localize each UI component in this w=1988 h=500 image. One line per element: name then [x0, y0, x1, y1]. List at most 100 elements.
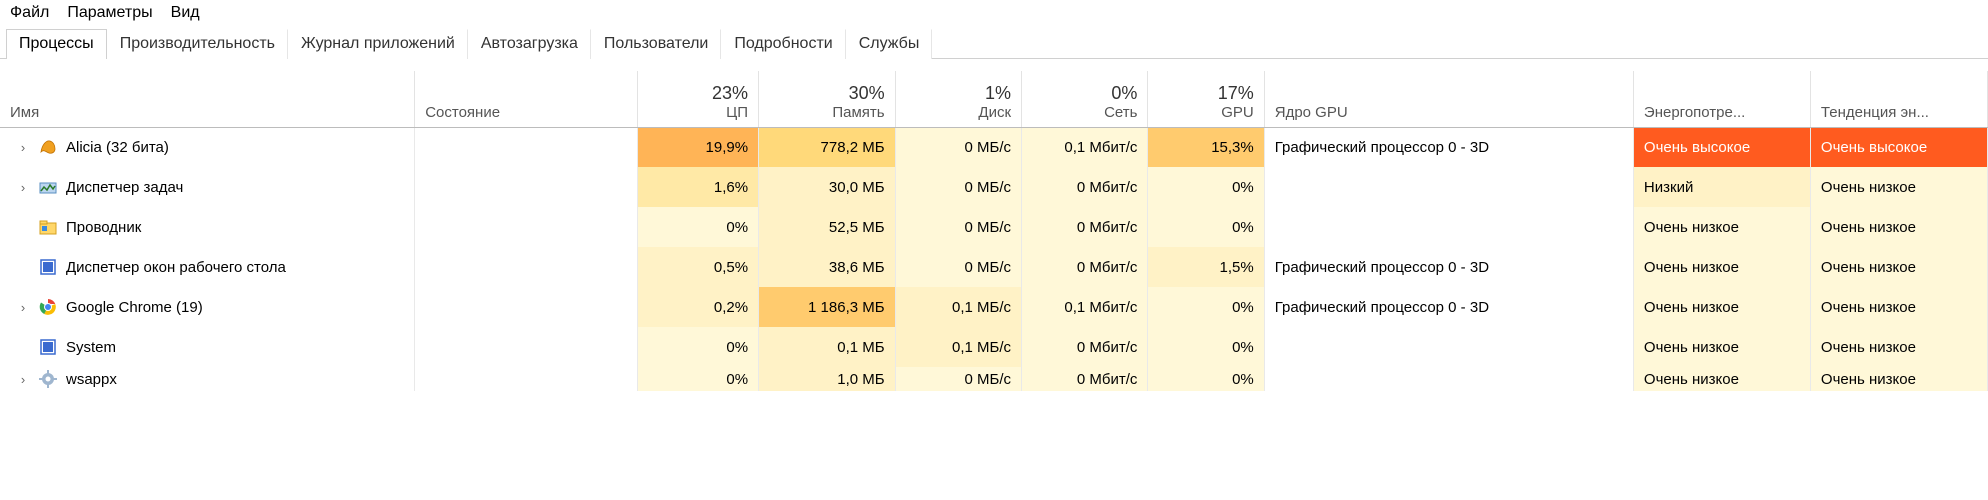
tab-services[interactable]: Службы — [846, 29, 933, 59]
trend-cell: Очень низкое — [1810, 207, 1987, 247]
expand-icon[interactable]: › — [16, 140, 30, 155]
col-trend[interactable]: Тенденция эн... — [1810, 71, 1987, 127]
energy-cell: Низкий — [1633, 167, 1810, 207]
energy-cell: Очень высокое — [1633, 127, 1810, 167]
cpu-cell: 0% — [637, 207, 758, 247]
net-cell: 0 Мбит/с — [1022, 327, 1148, 367]
col-gpucore[interactable]: Ядро GPU — [1264, 71, 1633, 127]
tab-users[interactable]: Пользователи — [591, 29, 721, 59]
net-cell: 0,1 Мбит/с — [1022, 127, 1148, 167]
table-row[interactable]: › wsappx0%1,0 МБ0 МБ/с0 Мбит/с0%Очень ни… — [0, 367, 1988, 391]
tab-app-history[interactable]: Журнал приложений — [288, 29, 468, 59]
process-name: System — [66, 339, 116, 356]
energy-cell: Очень низкое — [1633, 207, 1810, 247]
explorer-icon — [38, 217, 58, 237]
col-energy[interactable]: Энергопотре... — [1633, 71, 1810, 127]
expand-icon[interactable]: › — [16, 300, 30, 315]
col-net[interactable]: 0% Сеть — [1022, 71, 1148, 127]
mem-cell: 1 186,3 МБ — [759, 287, 896, 327]
table-row[interactable]: › Диспетчер задач1,6%30,0 МБ0 МБ/с0 Мбит… — [0, 167, 1988, 207]
col-disk[interactable]: 1% Диск — [895, 71, 1021, 127]
disk-cell: 0 МБ/с — [895, 127, 1021, 167]
expand-icon[interactable]: › — [16, 372, 30, 387]
menubar: Файл Параметры Вид — [0, 0, 1988, 28]
process-state — [415, 127, 638, 167]
trend-cell: Очень низкое — [1810, 327, 1987, 367]
trend-cell: Очень низкое — [1810, 247, 1987, 287]
menu-file[interactable]: Файл — [10, 4, 49, 22]
tab-startup[interactable]: Автозагрузка — [468, 29, 591, 59]
cpu-cell: 1,6% — [637, 167, 758, 207]
net-cell: 0 Мбит/с — [1022, 247, 1148, 287]
generic-blue-icon — [38, 257, 58, 277]
tabbar: Процессы Производительность Журнал прило… — [0, 28, 1988, 59]
chrome-icon — [38, 297, 58, 317]
disk-cell: 0 МБ/с — [895, 247, 1021, 287]
table-row[interactable]: › System0%0,1 МБ0,1 МБ/с0 Мбит/с0%Очень … — [0, 327, 1988, 367]
process-state — [415, 287, 638, 327]
cpu-cell: 19,9% — [637, 127, 758, 167]
table-row[interactable]: › Alicia (32 бита) 19,9%778,2 МБ0 МБ/с0,1… — [0, 127, 1988, 167]
trend-cell: Очень низкое — [1810, 287, 1987, 327]
process-state — [415, 327, 638, 367]
energy-cell: Очень низкое — [1633, 287, 1810, 327]
gpucore-cell — [1264, 167, 1633, 207]
gpu-cell: 1,5% — [1148, 247, 1264, 287]
gpucore-cell — [1264, 367, 1633, 391]
gpucore-cell: Графический процессор 0 - 3D — [1264, 127, 1633, 167]
col-state[interactable]: Состояние — [415, 71, 638, 127]
energy-cell: Очень низкое — [1633, 247, 1810, 287]
mem-cell: 52,5 МБ — [759, 207, 896, 247]
trend-cell: Очень низкое — [1810, 367, 1987, 391]
tab-details[interactable]: Подробности — [721, 29, 845, 59]
col-name[interactable]: Имя — [0, 71, 415, 127]
gpu-cell: 0% — [1148, 327, 1264, 367]
table-row[interactable]: › Проводник0%52,5 МБ0 МБ/с0 Мбит/с0%Очен… — [0, 207, 1988, 247]
mem-cell: 30,0 МБ — [759, 167, 896, 207]
col-mem[interactable]: 30% Память — [759, 71, 896, 127]
process-name: Google Chrome (19) — [66, 299, 203, 316]
mem-cell: 38,6 МБ — [759, 247, 896, 287]
table-header-row: Имя Состояние 23% ЦП 30% Память 1% Диск … — [0, 71, 1988, 127]
trend-cell: Очень низкое — [1810, 167, 1987, 207]
menu-options[interactable]: Параметры — [67, 4, 152, 22]
process-name: wsappx — [66, 371, 117, 388]
table-row[interactable]: › Диспетчер окон рабочего стола0,5%38,6 … — [0, 247, 1988, 287]
cpu-cell: 0,2% — [637, 287, 758, 327]
process-name: Диспетчер окон рабочего стола — [66, 259, 286, 276]
gpucore-cell: Графический процессор 0 - 3D — [1264, 247, 1633, 287]
gpu-cell: 0% — [1148, 167, 1264, 207]
net-cell: 0,1 Мбит/с — [1022, 287, 1148, 327]
net-cell: 0 Мбит/с — [1022, 207, 1148, 247]
disk-cell: 0,1 МБ/с — [895, 327, 1021, 367]
col-gpu[interactable]: 17% GPU — [1148, 71, 1264, 127]
gpu-cell: 0% — [1148, 207, 1264, 247]
mem-cell: 0,1 МБ — [759, 327, 896, 367]
disk-cell: 0,1 МБ/с — [895, 287, 1021, 327]
tab-processes[interactable]: Процессы — [6, 29, 107, 59]
cpu-cell: 0,5% — [637, 247, 758, 287]
process-name: Alicia (32 бита) — [66, 139, 169, 156]
process-state — [415, 367, 638, 391]
energy-cell: Очень низкое — [1633, 327, 1810, 367]
disk-cell: 0 МБ/с — [895, 367, 1021, 391]
expand-icon[interactable]: › — [16, 180, 30, 195]
gpucore-cell — [1264, 327, 1633, 367]
net-cell: 0 Мбит/с — [1022, 367, 1148, 391]
tab-performance[interactable]: Производительность — [107, 29, 288, 59]
gpu-cell: 0% — [1148, 287, 1264, 327]
process-state — [415, 167, 638, 207]
menu-view[interactable]: Вид — [171, 4, 200, 22]
process-name: Проводник — [66, 219, 141, 236]
process-table: Имя Состояние 23% ЦП 30% Память 1% Диск … — [0, 71, 1988, 391]
gpu-cell: 15,3% — [1148, 127, 1264, 167]
disk-cell: 0 МБ/с — [895, 207, 1021, 247]
cpu-cell: 0% — [637, 327, 758, 367]
table-row[interactable]: › Google Chrome (19) 0,2%1 186,3 МБ0,1 МБ… — [0, 287, 1988, 327]
mem-cell: 778,2 МБ — [759, 127, 896, 167]
taskmgr-icon — [38, 177, 58, 197]
alicia-icon — [38, 137, 58, 157]
process-state — [415, 247, 638, 287]
disk-cell: 0 МБ/с — [895, 167, 1021, 207]
col-cpu[interactable]: 23% ЦП — [637, 71, 758, 127]
